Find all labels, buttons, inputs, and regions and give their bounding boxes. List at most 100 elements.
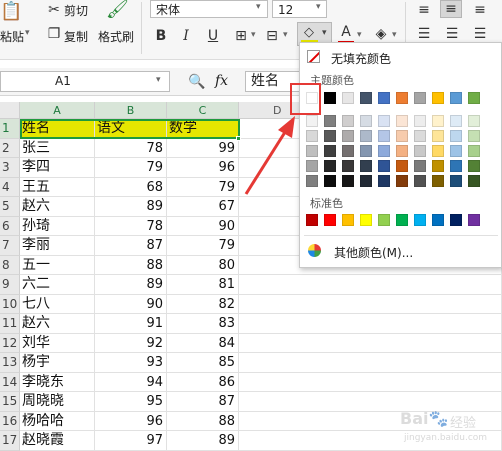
no-fill-option[interactable]: 无填充颜色 [301,47,501,67]
theme-shade-swatch[interactable] [378,145,390,157]
paste-button[interactable]: 粘贴 [0,28,24,45]
row-header[interactable]: 17 [0,431,20,451]
standard-color-swatch[interactable] [378,214,390,226]
row-header[interactable]: 7 [0,236,20,256]
theme-shade-swatch[interactable] [450,145,462,157]
cell-math[interactable]: 96 [167,158,239,178]
cell-name[interactable]: 李晓东 [20,372,95,392]
theme-color-swatch[interactable] [378,92,390,104]
row-header[interactable]: 11 [0,314,20,334]
cell-chinese[interactable]: 78 [95,138,167,158]
standard-color-swatch[interactable] [432,214,444,226]
cell-name[interactable]: 赵六 [20,197,95,217]
theme-color-swatch[interactable] [324,92,336,104]
row-header[interactable]: 12 [0,333,20,353]
theme-shade-swatch[interactable] [468,115,480,127]
paste-dropdown-icon[interactable]: ▾ [25,28,30,38]
cell-math[interactable]: 99 [167,138,239,158]
cell-name[interactable]: 杨宇 [20,353,95,373]
cell-chinese[interactable]: 97 [95,431,167,451]
theme-shade-swatch[interactable] [378,175,390,187]
cell-d[interactable] [239,372,502,392]
cell-chinese[interactable]: 68 [95,177,167,197]
theme-shade-swatch[interactable] [342,175,354,187]
copy-icon[interactable]: ❐ [45,24,63,44]
cell-chinese[interactable]: 79 [95,158,167,178]
cell-name[interactable]: 六二 [20,275,95,295]
zoom-icon[interactable]: 🔍 [188,72,206,92]
theme-shade-swatch[interactable] [324,145,336,157]
align-bottom-icon[interactable]: ≡ [470,0,490,20]
cell-name[interactable]: 刘华 [20,333,95,353]
column-header-b[interactable]: B [95,102,167,119]
cell-d[interactable] [239,275,502,295]
theme-shade-swatch[interactable] [324,115,336,127]
theme-shade-swatch[interactable] [468,160,480,172]
theme-shade-swatch[interactable] [414,160,426,172]
theme-color-swatch[interactable] [360,92,372,104]
theme-shade-swatch[interactable] [396,175,408,187]
cell-name[interactable]: 赵六 [20,314,95,334]
standard-color-swatch[interactable] [396,214,408,226]
cell-math[interactable]: 90 [167,216,239,236]
cell-math[interactable]: 86 [167,372,239,392]
row-header[interactable]: 10 [0,294,20,314]
row-header[interactable]: 14 [0,372,20,392]
cell-math[interactable]: 79 [167,177,239,197]
theme-shade-swatch[interactable] [360,115,372,127]
paste-icon[interactable]: 📋 [0,2,22,26]
theme-shade-swatch[interactable] [396,160,408,172]
font-name-dropdown-icon[interactable]: ▾ [256,2,261,12]
cell-name[interactable]: 李丽 [20,236,95,256]
theme-shade-swatch[interactable] [342,160,354,172]
cell-chinese[interactable]: 78 [95,216,167,236]
theme-shade-swatch[interactable] [378,130,390,142]
row-header[interactable]: 4 [0,177,20,197]
cell-math[interactable]: 79 [167,236,239,256]
theme-shade-swatch[interactable] [468,175,480,187]
theme-shade-swatch[interactable] [450,175,462,187]
cut-button[interactable]: 剪切 [64,2,88,19]
theme-color-swatch[interactable] [468,92,480,104]
align-right-icon[interactable]: ☰ [470,24,490,44]
cell-d[interactable] [239,314,502,334]
cell-name[interactable]: 杨哈哈 [20,411,95,431]
cell-chinese[interactable]: 94 [95,372,167,392]
theme-shade-swatch[interactable] [414,130,426,142]
theme-shade-swatch[interactable] [468,130,480,142]
cell-name[interactable]: 王五 [20,177,95,197]
theme-color-swatch[interactable] [342,92,354,104]
theme-shade-swatch[interactable] [414,145,426,157]
theme-shade-swatch[interactable] [342,130,354,142]
cell-chinese[interactable]: 87 [95,236,167,256]
cell-chinese[interactable]: 89 [95,197,167,217]
name-box[interactable]: A1 [0,71,170,92]
standard-color-swatch[interactable] [414,214,426,226]
cell-chinese[interactable]: 96 [95,411,167,431]
select-all-corner[interactable] [0,102,20,119]
align-top-icon[interactable]: ≡ [414,0,434,20]
theme-shade-swatch[interactable] [432,115,444,127]
merge-cells-icon[interactable]: ⊟ [264,26,280,46]
cell-d[interactable] [239,333,502,353]
theme-shade-swatch[interactable] [324,175,336,187]
cell-d[interactable] [239,353,502,373]
row-header[interactable]: 13 [0,353,20,373]
eraser-icon[interactable]: ◈ [372,24,390,44]
border-icon[interactable]: ⊞ [233,26,249,46]
align-left-icon[interactable]: ☰ [414,24,434,44]
theme-shade-swatch[interactable] [378,115,390,127]
cell-math[interactable]: 83 [167,314,239,334]
theme-shade-swatch[interactable] [342,145,354,157]
row-header[interactable]: 1 [0,119,20,139]
theme-color-swatch[interactable] [414,92,426,104]
theme-shade-swatch[interactable] [450,160,462,172]
row-header[interactable]: 15 [0,392,20,412]
font-size-dropdown-icon[interactable]: ▾ [316,2,321,12]
row-header[interactable]: 2 [0,138,20,158]
theme-shade-swatch[interactable] [450,115,462,127]
cell-name[interactable]: 五一 [20,255,95,275]
theme-shade-swatch[interactable] [414,115,426,127]
cut-icon[interactable]: ✂ [45,0,63,20]
theme-shade-swatch[interactable] [360,145,372,157]
